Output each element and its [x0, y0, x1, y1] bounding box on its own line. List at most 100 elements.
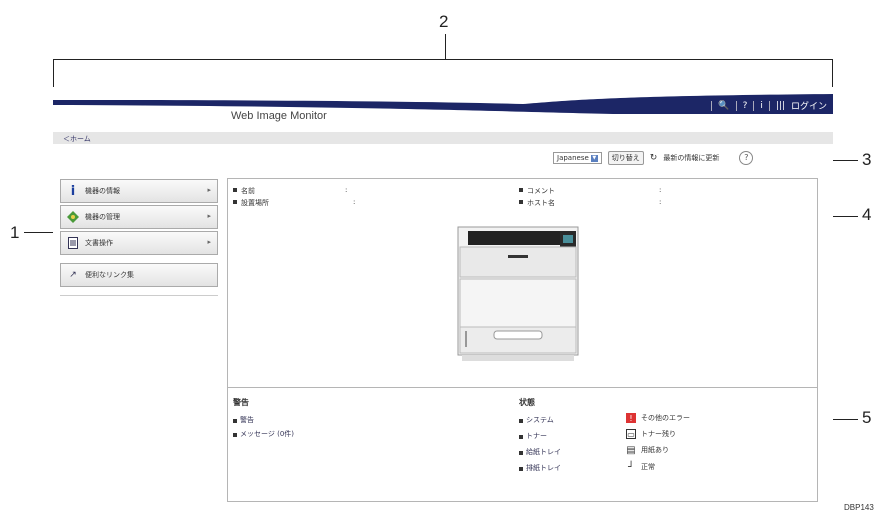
- legend-other-error: ! その他のエラー: [626, 413, 690, 423]
- refresh-button[interactable]: 最新の情報に更新: [663, 153, 719, 163]
- breadcrumb-bar: [53, 132, 833, 144]
- alerts-title: 警告: [233, 398, 249, 407]
- bullet-icon: [233, 433, 237, 437]
- chevron-right-icon: ▸: [207, 238, 211, 246]
- legend-label: トナー残り: [641, 430, 676, 438]
- device-location-label: 設置場所: [241, 199, 269, 207]
- device-comment-value: :: [659, 186, 662, 194]
- status-system[interactable]: システム: [519, 415, 554, 425]
- legend-paper-present: ▤ 用紙あり: [626, 444, 669, 456]
- sidebar-item-links[interactable]: ↗ 便利なリンク集: [60, 263, 218, 287]
- message-item[interactable]: メッセージ (0件): [233, 429, 294, 439]
- sidebar-item-document[interactable]: 文書操作 ▸: [60, 231, 218, 255]
- callout-3: 3: [862, 150, 872, 169]
- app-title: Web Image Monitor: [231, 110, 327, 122]
- callout-2-bracket-right: [832, 59, 833, 87]
- callout-1: 1: [10, 223, 20, 242]
- legend-toner-remaining: ▭ トナー残り: [626, 429, 676, 439]
- document-icon: [67, 237, 79, 249]
- info-icon[interactable]: i: [760, 101, 763, 111]
- separator: [711, 100, 713, 111]
- bullet-icon: [233, 188, 237, 192]
- login-link[interactable]: ログイン: [791, 99, 827, 112]
- legend-normal: ┘ 正常: [626, 461, 655, 473]
- footer-code: DBP143: [844, 503, 874, 512]
- status-system-label: システム: [526, 416, 554, 424]
- language-value: Japanese: [557, 154, 589, 162]
- sidebar: i 機器の情報 ▸ 機器の管理 ▸ 文書操作 ▸ ↗ 便利なリンク集: [60, 179, 218, 296]
- device-host-value: :: [659, 198, 662, 206]
- device-management-icon: [67, 211, 79, 223]
- callout-5: 5: [862, 408, 872, 427]
- sidebar-item-device-management[interactable]: 機器の管理 ▸: [60, 205, 218, 229]
- sidebar-item-device-info[interactable]: i 機器の情報 ▸: [60, 179, 218, 203]
- device-location-value: :: [353, 198, 356, 206]
- web-image-monitor-screen: Web Image Monitor 🔍 ? i ||| ログイン ＜ホーム Ja…: [53, 92, 833, 502]
- toner-icon: ▭: [626, 429, 636, 439]
- language-select[interactable]: Japanese ▼: [553, 152, 602, 164]
- device-comment-row: コメント :: [519, 186, 661, 196]
- sidebar-item-label: 機器の情報: [85, 187, 120, 195]
- chevron-down-icon: ▼: [590, 154, 598, 162]
- separator: [768, 100, 770, 111]
- separator: [735, 100, 737, 111]
- header-tools: 🔍 ? i ||| ログイン: [711, 99, 827, 112]
- alert-item-label: 警告: [240, 416, 254, 424]
- device-name-value: :: [345, 186, 348, 194]
- sitemap-icon[interactable]: |||: [776, 101, 785, 111]
- header-swoosh: [53, 94, 833, 114]
- sidebar-item-label: 文書操作: [85, 239, 113, 247]
- bullet-icon: [519, 419, 523, 423]
- refresh-icon[interactable]: ↻: [650, 153, 658, 163]
- bullet-icon: [519, 451, 523, 455]
- bullet-icon: [519, 467, 523, 471]
- sidebar-item-label: 機器の管理: [85, 213, 120, 221]
- bottom-divider: [228, 387, 817, 388]
- status-input-tray[interactable]: 給紙トレイ: [519, 447, 561, 457]
- status-toner-label: トナー: [526, 432, 547, 440]
- bullet-icon: [233, 419, 237, 423]
- switch-button[interactable]: 切り替え: [607, 151, 644, 165]
- legend-label: その他のエラー: [641, 414, 690, 422]
- device-location-row: 設置場所 :: [233, 198, 355, 208]
- link-arrow-icon: ↗: [69, 270, 77, 280]
- device-comment-label: コメント: [527, 187, 555, 195]
- callout-4: 4: [862, 205, 872, 224]
- legend-label: 用紙あり: [641, 446, 669, 454]
- error-icon: !: [626, 413, 636, 423]
- separator: [753, 100, 755, 111]
- callout-2-bracket: [53, 59, 833, 60]
- check-icon: ┘: [627, 461, 635, 473]
- status-output-tray-label: 排紙トレイ: [526, 464, 561, 472]
- search-icon[interactable]: 🔍: [718, 101, 729, 111]
- header: Web Image Monitor 🔍 ? i ||| ログイン: [53, 92, 833, 132]
- status-output-tray[interactable]: 排紙トレイ: [519, 463, 561, 473]
- help-button[interactable]: ?: [739, 151, 754, 165]
- message-item-label: メッセージ (0件): [240, 430, 295, 438]
- callout-2-bracket-left: [53, 59, 54, 87]
- info-icon: i: [70, 183, 76, 199]
- chevron-right-icon: ▸: [207, 186, 211, 194]
- sidebar-divider: [60, 295, 218, 296]
- main-panel: 名前 : 設置場所 : コメント : ホスト名 : 警告 警告 メッセージ (0…: [227, 178, 818, 502]
- device-host-label: ホスト名: [527, 199, 555, 207]
- printer-image: [457, 226, 579, 361]
- status-title: 状態: [519, 398, 535, 407]
- callout-2: 2: [439, 12, 449, 31]
- paper-tray-icon: ▤: [626, 444, 636, 456]
- bullet-icon: [519, 188, 523, 192]
- callout-2-line: [445, 34, 446, 59]
- status-input-tray-label: 給紙トレイ: [526, 448, 561, 456]
- bullet-icon: [519, 435, 523, 439]
- help-icon[interactable]: ?: [743, 101, 748, 111]
- bullet-icon: [519, 200, 523, 204]
- bullet-icon: [233, 200, 237, 204]
- device-name-row: 名前 :: [233, 186, 347, 196]
- home-link[interactable]: ＜ホーム: [63, 134, 91, 144]
- legend-label: 正常: [641, 463, 655, 471]
- alert-item[interactable]: 警告: [233, 415, 254, 425]
- sidebar-item-label: 便利なリンク集: [85, 271, 134, 279]
- status-toner[interactable]: トナー: [519, 431, 547, 441]
- toolbar: Japanese ▼ 切り替え ↻ 最新の情報に更新 ?: [553, 151, 754, 165]
- device-name-label: 名前: [241, 187, 255, 195]
